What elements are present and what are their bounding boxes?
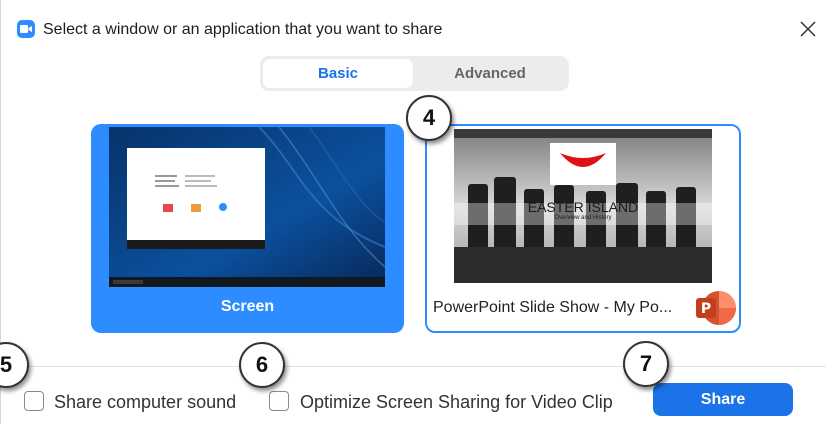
- powerpoint-icon: P: [693, 287, 737, 329]
- title-bar: Select a window or an application that y…: [1, 0, 826, 40]
- screen-preview-thumbnail: [109, 127, 385, 287]
- share-option-screen[interactable]: Screen: [91, 124, 404, 333]
- share-sound-label[interactable]: Share computer sound: [54, 392, 236, 412]
- footer-divider: [1, 366, 826, 367]
- window-title: Select a window or an application that y…: [43, 21, 443, 38]
- callout-7: 7: [623, 341, 669, 387]
- share-button[interactable]: Share: [653, 383, 793, 416]
- share-screen-dialog: Select a window or an application that y…: [0, 0, 826, 424]
- tab-switcher: Basic Advanced: [260, 56, 569, 91]
- svg-text:P: P: [701, 301, 711, 317]
- slide-subtitle: Overview and History: [554, 215, 612, 221]
- optimize-video-checkbox[interactable]: [269, 391, 289, 411]
- close-icon[interactable]: [797, 18, 819, 40]
- tab-advanced[interactable]: Advanced: [415, 59, 565, 88]
- optimize-video-label[interactable]: Optimize Screen Sharing for Video Clip: [300, 392, 613, 412]
- powerpoint-preview-thumbnail: EASTER ISLAND Overview and History: [454, 129, 712, 283]
- callout-5: 5: [0, 342, 29, 388]
- share-option-powerpoint-label: PowerPoint Slide Show - My Po...: [433, 299, 673, 316]
- zoom-camera-icon: [17, 20, 35, 38]
- slide-title: EASTER ISLAND: [527, 199, 639, 215]
- share-option-screen-label: Screen: [220, 298, 275, 315]
- share-option-powerpoint[interactable]: EASTER ISLAND Overview and History Power…: [425, 124, 741, 333]
- callout-4: 4: [406, 95, 452, 141]
- callout-6: 6: [239, 342, 285, 388]
- tab-basic[interactable]: Basic: [263, 59, 413, 88]
- share-sound-checkbox[interactable]: [24, 391, 44, 411]
